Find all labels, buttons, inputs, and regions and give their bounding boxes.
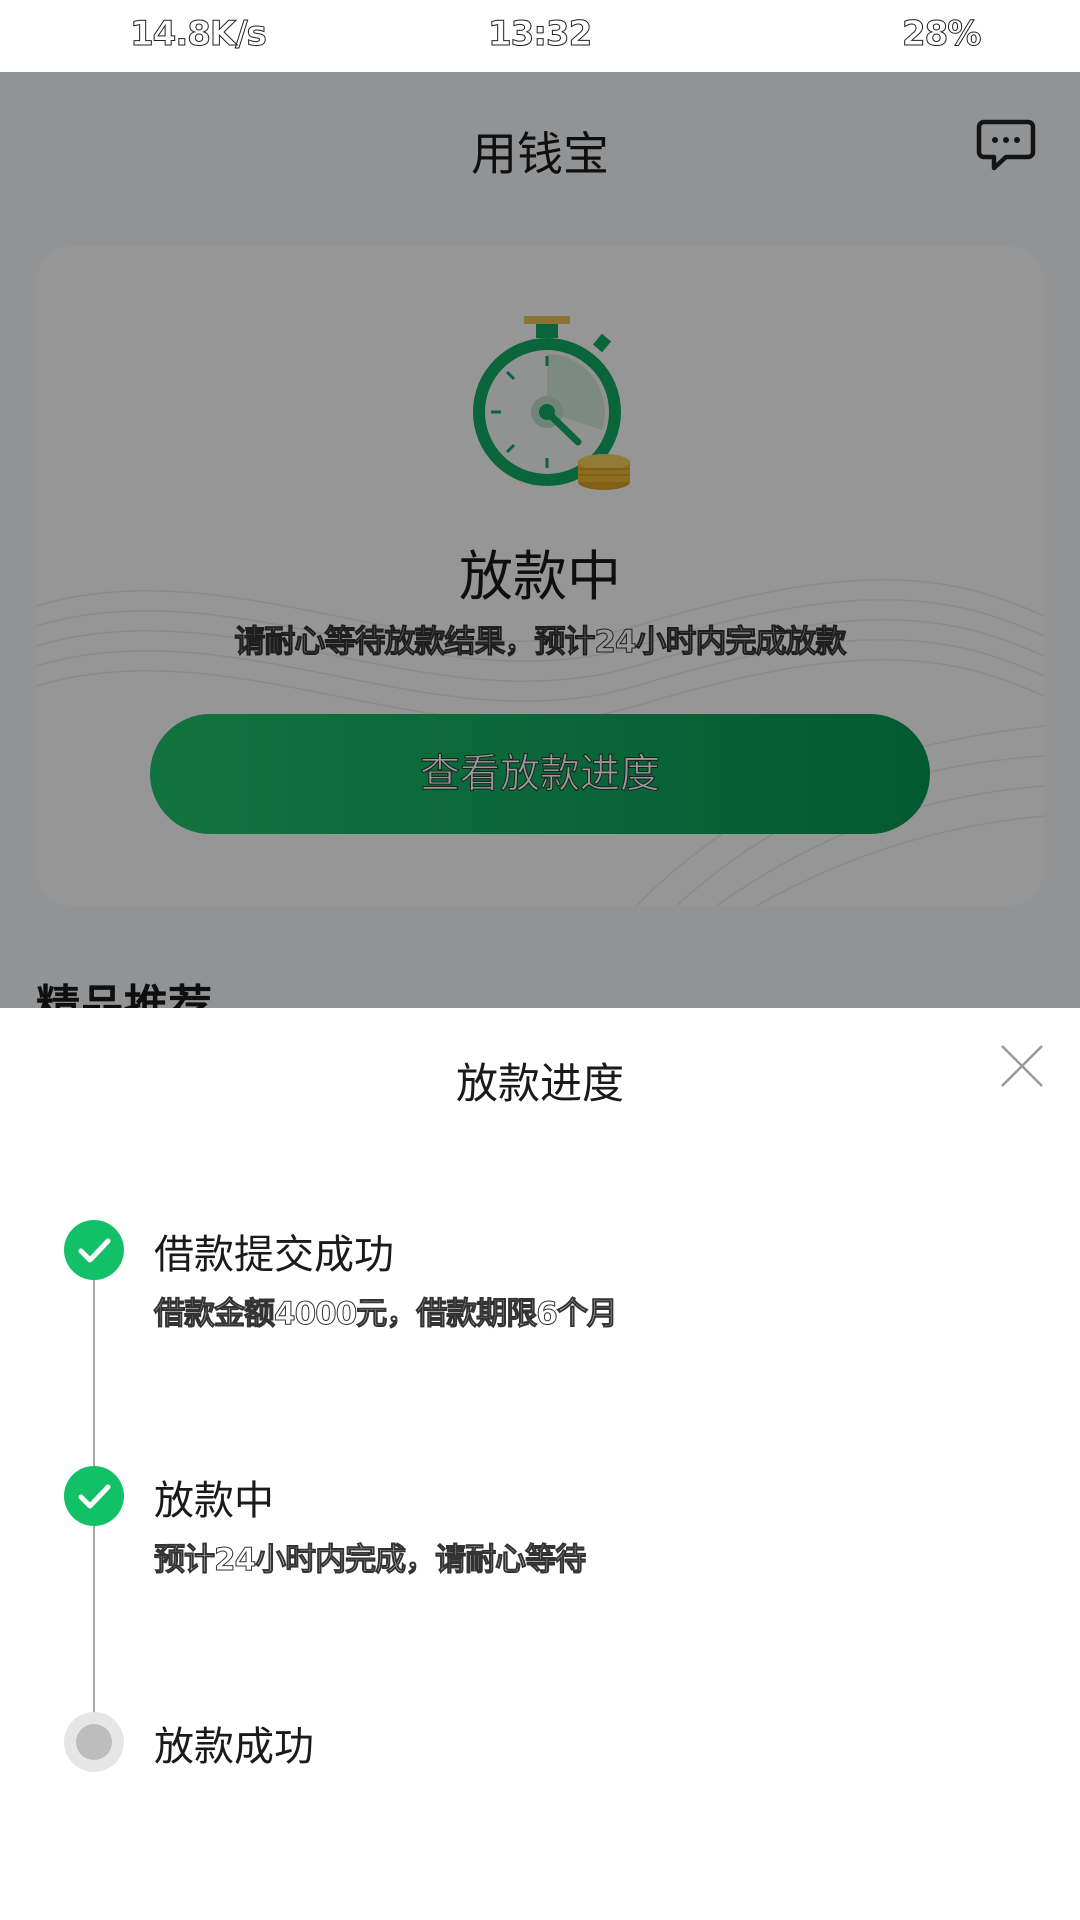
modal-overlay[interactable] [0, 72, 1080, 1008]
step-title: 放款成功 [154, 1724, 314, 1770]
clock: 13:32 [487, 14, 592, 55]
step-title: 放款中 [154, 1478, 274, 1524]
step-description: 预计24小时内完成，请耐心等待 [153, 1542, 586, 1579]
progress-sheet: 放款进度 借款提交成功 借款金额4000元，借款期限6个月 放款中 预计24小时… [0, 1008, 1080, 1920]
step-title: 借款提交成功 [154, 1232, 394, 1278]
sheet-title: 放款进度 [455, 1059, 624, 1108]
status-bar: 14.8K/s 13:32 28% [0, 0, 1080, 72]
step-description: 借款金额4000元，借款期限6个月 [154, 1296, 619, 1333]
check-icon [64, 1220, 124, 1280]
close-icon[interactable] [998, 1042, 1046, 1090]
battery-level: 28% [901, 14, 981, 55]
network-speed: 14.8K/s [130, 14, 268, 55]
check-icon [64, 1466, 124, 1526]
pending-dot-icon [64, 1712, 124, 1772]
